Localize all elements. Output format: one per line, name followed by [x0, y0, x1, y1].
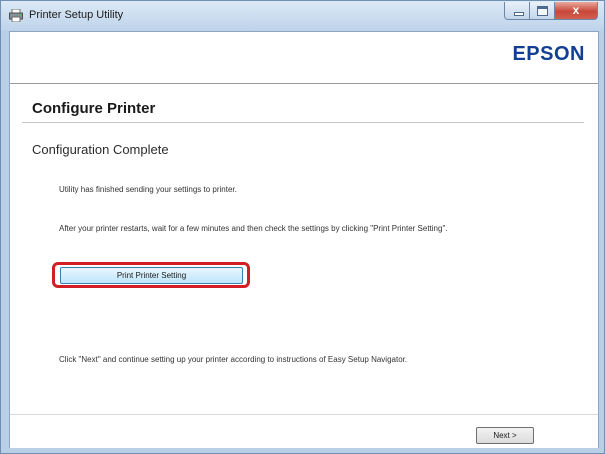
minimize-button[interactable]	[504, 2, 530, 20]
printer-setup-window: Printer Setup Utility x EPSON Configure …	[0, 0, 605, 454]
window-title: Printer Setup Utility	[29, 9, 124, 21]
title-bar[interactable]: Printer Setup Utility x	[1, 1, 604, 31]
instruction-message: After your printer restarts, wait for a …	[59, 224, 448, 233]
printer-setup-icon	[9, 9, 23, 22]
status-message: Utility has finished sending your settin…	[59, 185, 237, 194]
print-printer-setting-button[interactable]: Print Printer Setting	[60, 267, 243, 284]
next-button[interactable]: Next >	[476, 427, 534, 444]
close-icon: x	[572, 3, 580, 17]
heading-divider	[22, 122, 584, 123]
maximize-button[interactable]	[530, 2, 555, 20]
brand-header: EPSON	[10, 32, 598, 84]
section-title: Configuration Complete	[32, 142, 169, 157]
close-button[interactable]: x	[555, 2, 598, 20]
caption-buttons: x	[504, 2, 598, 21]
dialog-content: EPSON Configure Printer Configuration Co…	[9, 31, 599, 448]
epson-logo: EPSON	[512, 43, 585, 65]
footer-bar: Next >	[10, 414, 598, 448]
next-step-message: Click "Next" and continue setting up you…	[59, 355, 408, 364]
page-title: Configure Printer	[32, 100, 156, 117]
